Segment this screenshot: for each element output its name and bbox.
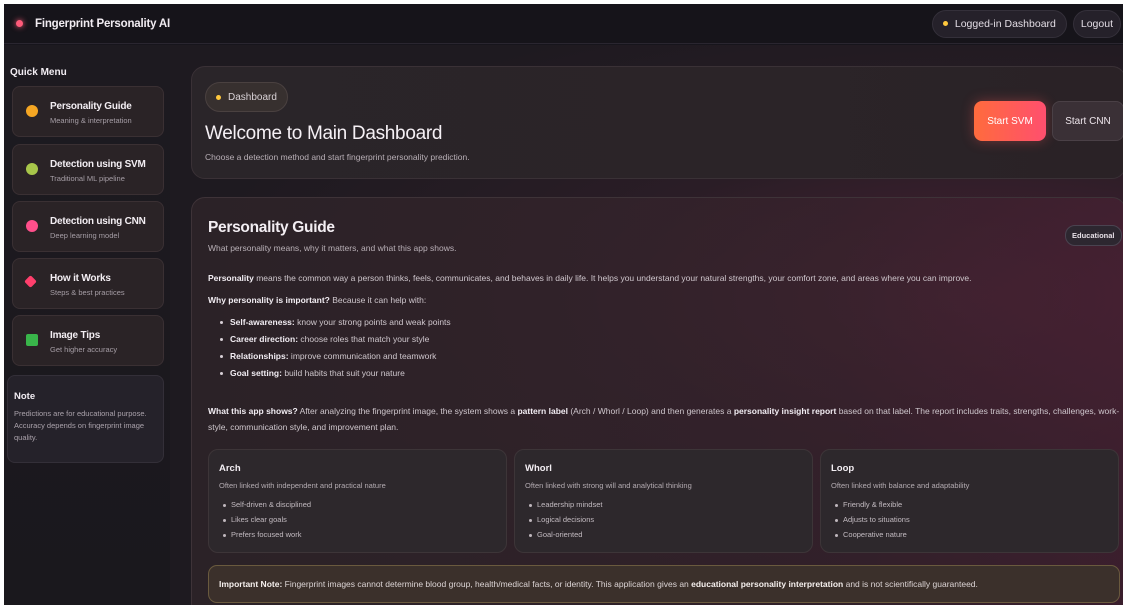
- dashboard-header-card: Dashboard Welcome to Main Dashboard Choo…: [191, 66, 1123, 179]
- card-title: Loop: [831, 463, 855, 474]
- page-subtitle: Choose a detection method and start fing…: [205, 152, 470, 162]
- card-list: Self-driven & disciplined Likes clear go…: [223, 500, 311, 545]
- brain-icon: [26, 105, 38, 117]
- note-title: Note: [14, 391, 36, 402]
- guide-subtitle: What personality means, why it matters, …: [208, 243, 457, 253]
- main-content: Dashboard Welcome to Main Dashboard Choo…: [170, 45, 1123, 605]
- list-item: Prefers focused work: [223, 530, 311, 545]
- sidebar: Quick Menu Personality Guide Meaning & i…: [4, 45, 170, 605]
- term: personality insight report: [733, 406, 837, 416]
- card-list: Leadership mindset Logical decisions Goa…: [529, 500, 602, 545]
- list-item: Relationships: improve communication and…: [220, 351, 451, 368]
- list-item: Likes clear goals: [223, 515, 311, 530]
- educational-badge: Educational: [1065, 225, 1122, 246]
- text: After analyzing the fingerprint image, t…: [297, 406, 518, 416]
- card-list: Friendly & flexible Adjusts to situation…: [835, 500, 910, 545]
- start-cnn-button[interactable]: Start CNN: [1052, 101, 1123, 141]
- top-actions: Logged-in Dashboard Logout: [931, 9, 1121, 38]
- list-item: Logical decisions: [529, 515, 602, 530]
- list-item: Self-driven & disciplined: [223, 500, 311, 515]
- guide-title: Personality Guide: [208, 219, 335, 236]
- definition-text: means the common way a person thinks, fe…: [253, 273, 972, 283]
- top-bar: Fingerprint Personality AI Logged-in Das…: [4, 4, 1123, 44]
- status-label: Logged-in Dashboard: [954, 17, 1056, 30]
- importance-text: Because it can help with:: [329, 295, 427, 305]
- breadcrumb-dot-icon: [216, 94, 221, 100]
- pattern-card-arch: Arch Often linked with independent and p…: [208, 449, 507, 553]
- sidebar-item-label: Detection using SVM: [50, 159, 146, 170]
- list-item: Leadership mindset: [529, 500, 602, 515]
- sidebar-item-detection-svm[interactable]: Detection using SVM Traditional ML pipel…: [12, 144, 164, 195]
- pattern-card-whorl: Whorl Often linked with strong will and …: [514, 449, 813, 553]
- app-window: Fingerprint Personality AI Logged-in Das…: [4, 4, 1123, 605]
- logout-button[interactable]: Logout: [1072, 9, 1121, 38]
- bullet-term: Self-awareness:: [230, 317, 295, 327]
- term: Personality: [208, 273, 254, 283]
- sidebar-item-label: How it Works: [50, 273, 111, 284]
- sidebar-item-sub: Steps & best practices: [50, 288, 125, 297]
- sidebar-item-sub: Deep learning model: [50, 231, 120, 240]
- quick-menu-title: Quick Menu: [10, 67, 67, 78]
- sidebar-item-sub: Get higher accuracy: [50, 345, 118, 354]
- term: pattern label: [517, 406, 568, 416]
- sidebar-item-sub: Traditional ML pipeline: [50, 174, 125, 183]
- sidebar-item-how-it-works[interactable]: How it Works Steps & best practices: [12, 258, 164, 309]
- list-item: Adjusts to situations: [835, 515, 910, 530]
- sidebar-note: Note Predictions are for educational pur…: [7, 375, 164, 463]
- benefit-list: Self-awareness: know your strong points …: [220, 317, 451, 385]
- pattern-card-loop: Loop Often linked with balance and adapt…: [820, 449, 1119, 553]
- note-label: Important Note:: [219, 579, 283, 589]
- note-emphasis: educational personality interpretation: [691, 579, 844, 589]
- list-item: Friendly & flexible: [835, 500, 910, 515]
- list-item: Cooperative nature: [835, 530, 910, 545]
- card-title: Whorl: [525, 463, 552, 474]
- note-text: Fingerprint images cannot determine bloo…: [282, 579, 692, 589]
- list-item: Goal setting: build habits that suit you…: [220, 368, 451, 385]
- list-item: Goal-oriented: [529, 530, 602, 545]
- breadcrumb-label: Dashboard: [228, 91, 277, 103]
- card-title: Arch: [219, 463, 241, 474]
- list-item: Career direction: choose roles that matc…: [220, 334, 451, 351]
- card-subtitle: Often linked with independent and practi…: [219, 481, 386, 490]
- app-title: Fingerprint Personality AI: [35, 17, 170, 30]
- start-svm-button[interactable]: Start SVM: [974, 101, 1046, 141]
- personality-guide-card: Personality Guide What personality means…: [191, 197, 1123, 605]
- important-note: Important Note: Fingerprint images canno…: [208, 565, 1120, 603]
- sidebar-item-personality-guide[interactable]: Personality Guide Meaning & interpretati…: [12, 86, 164, 137]
- bullet-text: choose roles that match your style: [298, 334, 430, 344]
- brand[interactable]: Fingerprint Personality AI: [16, 18, 170, 30]
- status-pill: Logged-in Dashboard: [931, 9, 1067, 38]
- page-title: Welcome to Main Dashboard: [205, 123, 443, 144]
- importance-heading: Why personality is important? Because it…: [208, 295, 426, 305]
- term: What this app shows?: [208, 406, 298, 416]
- sidebar-item-sub: Meaning & interpretation: [50, 116, 132, 125]
- book-icon: [24, 275, 37, 288]
- bullet-text: build habits that suit your nature: [281, 368, 405, 378]
- bullet-text: know your strong points and weak points: [294, 317, 451, 327]
- bullet-term: Relationships:: [230, 351, 289, 361]
- sidebar-item-image-tips[interactable]: Image Tips Get higher accuracy: [12, 315, 164, 366]
- term: Why personality is important?: [208, 295, 330, 305]
- check-icon: [26, 334, 38, 346]
- note-body: Predictions are for educational purpose.…: [14, 409, 147, 442]
- sidebar-item-label: Detection using CNN: [50, 216, 146, 227]
- status-dot-icon: [942, 21, 948, 26]
- list-item: Self-awareness: know your strong points …: [220, 317, 451, 334]
- sidebar-item-label: Personality Guide: [50, 101, 132, 112]
- app-shows-paragraph: What this app shows? After analyzing the…: [208, 403, 1120, 435]
- bullet-term: Goal setting:: [230, 368, 282, 378]
- note-text: and is not scientifically guaranteed.: [843, 579, 978, 589]
- bullet-text: improve communication and teamwork: [288, 351, 437, 361]
- bullet-term: Career direction:: [230, 334, 299, 344]
- sidebar-item-label: Image Tips: [50, 330, 101, 341]
- text: (Arch / Whorl / Loop) and then generates…: [567, 406, 734, 416]
- neural-icon: [26, 220, 38, 232]
- card-subtitle: Often linked with balance and adaptabili…: [831, 481, 970, 490]
- gear-icon: [26, 163, 38, 175]
- sidebar-item-detection-cnn[interactable]: Detection using CNN Deep learning model: [12, 201, 164, 252]
- breadcrumb[interactable]: Dashboard: [205, 82, 288, 112]
- brand-dot-icon: [16, 20, 23, 27]
- personality-definition: Personality means the common way a perso…: [208, 273, 972, 283]
- card-subtitle: Often linked with strong will and analyt…: [525, 481, 692, 490]
